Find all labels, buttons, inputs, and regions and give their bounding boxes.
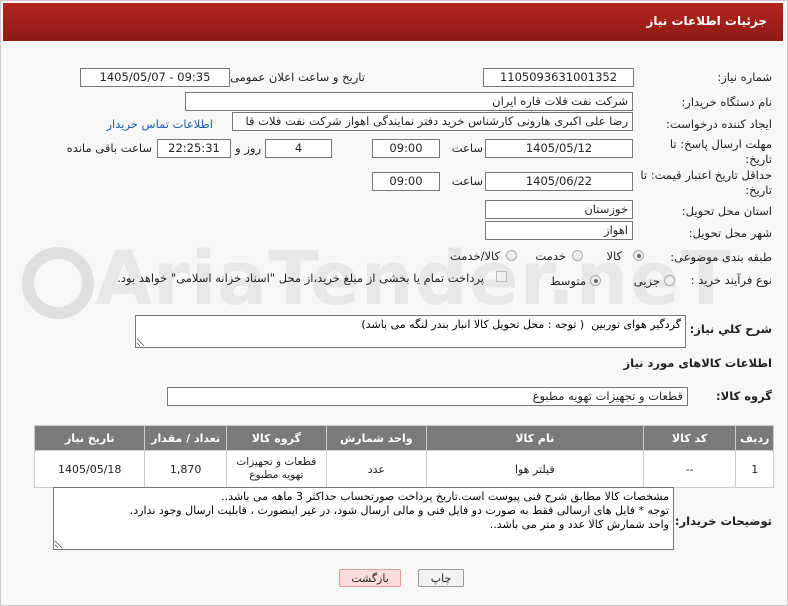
price-date-field[interactable]: 1405/06/22 [485,172,633,191]
cell-goods-name: فیلتر هوا [425,450,644,488]
creator-label: ایجاد کننده درخواست: [666,117,772,131]
header-quantity: تعداد / مقدار [144,425,227,451]
need-number-label: شماره نیاز: [717,70,772,84]
price-validity-label: حداقل تاریخ اعتبار قیمت: تا تاریخ: [640,168,772,197]
back-button[interactable]: بازگشت [339,569,401,587]
remaining-label: ساعت باقی مانده [66,141,152,155]
title-bar: جزئیات اطلاعات نیاز [3,3,783,41]
price-time-label: ساعت [451,174,483,188]
cell-goods-group: قطعات و تجهیزات تهویه مطبوع [225,450,327,488]
table-row[interactable]: 1405/05/18 1,870 قطعات و تجهیزات تهویه م… [33,450,774,488]
category-option-goods: کالا [606,249,622,263]
category-option-both: کالا/خدمت [449,249,500,263]
category-option-service: خدمت [535,249,566,263]
process-label: نوع فرآیند خرید : [690,273,772,287]
header-row-number: ردیف [735,425,774,451]
category-radio-service[interactable] [572,250,583,261]
process-radio-medium[interactable] [590,275,601,286]
city-field[interactable]: اهواز [485,221,633,240]
days-field[interactable]: 4 [265,139,332,158]
summary-label: شرح کلي نياز: [689,322,772,336]
need-number-field[interactable]: 1105093631001352 [483,68,634,87]
header-unit: واحد شمارش [325,425,427,451]
buyer-notes-label: توضیحات خریدار: [674,514,772,528]
header-need-date: تاریخ نیاز [33,425,146,451]
province-label: استان محل تحویل: [681,204,772,218]
aria-logo-icon [22,247,94,320]
reply-time-field[interactable]: 09:00 [372,139,440,158]
reply-time-label: ساعت [451,141,483,155]
print-button[interactable]: چاپ [418,569,464,587]
header-goods-name: نام کالا [425,425,644,451]
category-label: طبقه بندی موضوعی: [670,250,772,264]
announce-field[interactable]: 1405/05/07 - 09:35 [80,68,230,87]
header-goods-code: کد کالا [642,425,737,451]
payment-note: پرداخت تمام یا بخشی از مبلغ خرید،از محل … [117,271,484,285]
goods-table: تاریخ نیاز تعداد / مقدار گروه کالا واحد … [33,425,774,488]
process-option-medium: متوسط [549,274,586,288]
header-goods-group: گروه کالا [225,425,327,451]
process-radio-minor[interactable] [664,275,675,286]
goods-group-field[interactable]: قطعات و تجهیزات تهویه مطبوع [167,387,688,406]
cell-row-number: 1 [735,450,774,488]
process-option-minor: جزیی [633,274,660,288]
city-label: شهر محل تحویل: [688,226,772,240]
goods-group-label: گروه کالا: [716,389,772,403]
reply-deadline-label: مهلت ارسال پاسخ: تا تاریخ: [669,137,772,166]
goods-info-title: اطلاعات کالاهای مورد نیاز [623,356,772,370]
cell-unit: عدد [325,450,427,488]
treasury-checkbox[interactable] [496,271,507,282]
category-radio-goods[interactable] [633,250,644,261]
cell-need-date: 1405/05/18 [33,450,146,488]
cell-quantity: 1,870 [144,450,227,488]
reply-date-field[interactable]: 1405/05/12 [485,139,633,158]
summary-textarea[interactable]: گردگیر هوای توربین ( توجه : محل تحویل کا… [135,315,686,348]
province-field[interactable]: خوزستان [485,200,633,219]
creator-field[interactable]: رضا علی اکبری هارونی کارشناس خرید دفتر ن… [232,112,633,131]
table-header-row: تاریخ نیاز تعداد / مقدار گروه کالا واحد … [33,425,774,451]
cell-goods-code: -- [642,450,737,488]
buyer-org-label: نام دستگاه خریدار: [681,95,772,109]
days-label: روز و [235,141,261,155]
buyer-notes-textarea[interactable]: مشخصات کالا مطابق شرح فنی پیوست است.تاری… [53,487,674,550]
announce-label: تاریخ و ساعت اعلان عمومی: [226,70,365,84]
category-radio-both[interactable] [506,250,517,261]
price-time-field[interactable]: 09:00 [372,172,440,191]
window-title: جزئیات اطلاعات نیاز [646,14,767,28]
remaining-time-field[interactable]: 22:25:31 [157,139,231,158]
buyer-org-field[interactable]: شرکت نفت فلات قاره ایران [185,92,633,111]
contact-info-link[interactable]: اطلاعات تماس خریدار [106,117,213,131]
